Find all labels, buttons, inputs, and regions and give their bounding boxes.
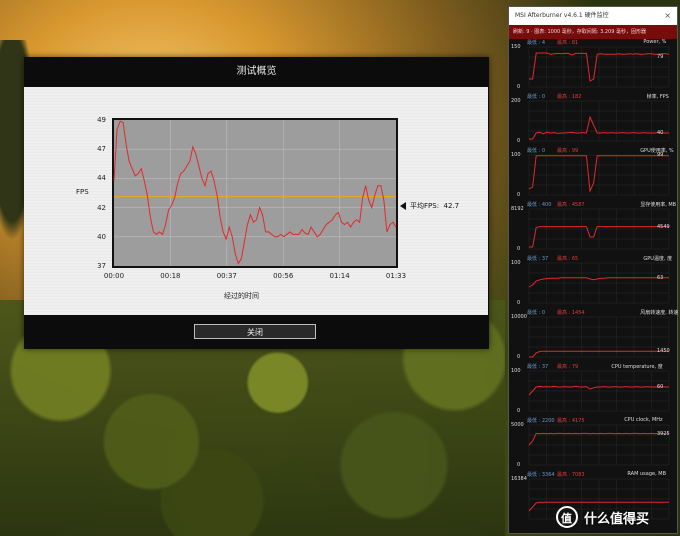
monitor-graph: 100 0 最低 : 0 最高 : 99 GPU使用率, % 99 xyxy=(509,147,677,201)
arrow-left-icon xyxy=(400,202,406,210)
graph-name: Power, % xyxy=(643,39,667,45)
monitor-graph: 100 0 最低 : 37 最高 : 79 CPU temperature, 度 60 xyxy=(509,363,677,417)
x-tick-label: 00:00 xyxy=(103,272,125,280)
monitor-graph-plot xyxy=(528,370,670,412)
graph-max-label: 最高 : 79 xyxy=(557,364,579,370)
graph-scale-top: 16384 xyxy=(511,476,527,482)
graph-min-label: 最低 : 37 xyxy=(527,256,549,262)
graph-current-value: 99 xyxy=(657,152,664,159)
graph-max-label: 最高 : 65 xyxy=(557,256,579,262)
graph-scale-top: 5000 xyxy=(511,422,524,428)
graph-max-label: 最高 : 81 xyxy=(557,40,579,46)
graph-current-value: 60 xyxy=(657,384,664,390)
y-tick-label: 47 xyxy=(97,145,106,154)
y-axis-label: FPS xyxy=(76,188,89,196)
graph-max-label: 最高 : 182 xyxy=(557,94,582,100)
graph-name: 风扇转速度, 转速 xyxy=(640,310,679,316)
monitor-graph: 150 0 最低 : 4 最高 : 81 Power, % 79 xyxy=(509,39,677,93)
graph-min-label: 最低 : 4 xyxy=(527,40,546,46)
monitor-graph: 100 0 最低 : 37 最高 : 65 GPU温度, 度 63 xyxy=(509,255,677,309)
monitor-graph-plot xyxy=(528,154,670,196)
monitor-graph: 10000 0 最低 : 0 最高 : 1454 风扇转速度, 转速 1450 xyxy=(509,309,679,363)
average-fps-label: 平均FPS: xyxy=(410,202,440,210)
graph-current-value: 40 xyxy=(657,130,664,136)
afterburner-graphs: 150 0 最低 : 4 最高 : 81 Power, % 79 200 0 最低 : 0 最高 … xyxy=(509,39,679,533)
monitor-graph: 5000 0 最低 : 2200 最高 : 4175 CPU clock, MHz 392… xyxy=(509,417,677,471)
average-fps-marker: 平均FPS: 42.7 xyxy=(400,201,459,211)
x-tick-label: 01:33 xyxy=(385,272,407,280)
x-tick-label: 00:37 xyxy=(216,272,237,280)
graph-max-label: 最高 : 99 xyxy=(557,148,579,154)
graph-name: GPU温度, 度 xyxy=(643,256,673,262)
monitor-graph-plot xyxy=(528,46,670,88)
average-fps-value: 42.7 xyxy=(443,202,460,210)
fps-series-line xyxy=(113,120,397,265)
graph-scale-top: 100 xyxy=(511,152,521,158)
graph-min-label: 最低 : 0 xyxy=(527,94,546,100)
monitor-graph: 200 0 最低 : 0 最高 : 182 帧率, FPS 40 xyxy=(509,93,677,147)
graph-name: CPU clock, MHz xyxy=(624,417,663,423)
graph-min-label: 最低 : 0 xyxy=(527,148,546,154)
x-tick-label: 01:14 xyxy=(329,272,350,280)
x-tick-label: 00:56 xyxy=(273,272,294,280)
y-tick-label: 42 xyxy=(97,203,106,212)
graph-scale-bottom: 0 xyxy=(517,408,521,414)
afterburner-title: MSI Afterburner v4.6.1 硬件监控 xyxy=(515,12,609,19)
graph-name: 显存使用率, MB xyxy=(640,202,677,208)
graph-scale-top: 8192 xyxy=(511,206,524,212)
graph-min-label: 最低 : 0 xyxy=(527,310,546,316)
watermark-text: 什么值得买 xyxy=(584,512,650,527)
graph-scale-bottom: 0 xyxy=(517,138,521,144)
y-tick-label: 49 xyxy=(97,116,106,124)
graph-scale-top: 150 xyxy=(511,44,521,50)
graph-min-label: 最低 : 37 xyxy=(527,364,549,370)
x-axis-label: 经过的时间 xyxy=(224,292,259,300)
graph-scale-bottom: 0 xyxy=(517,462,521,468)
y-tick-label: 44 xyxy=(97,174,106,183)
graph-scale-bottom: 0 xyxy=(517,354,521,360)
graph-max-label: 最高 : 4587 xyxy=(557,202,585,208)
y-tick-label: 40 xyxy=(97,232,106,241)
graph-max-label: 最高 : 1454 xyxy=(557,310,585,316)
graph-scale-top: 200 xyxy=(511,98,521,104)
graph-max-label: 最高 : 7083 xyxy=(557,472,585,478)
benchmark-summary-dialog: 测试概览 49 47 44 42 40 37 00:00 00:18 00:37 00:56 01… xyxy=(24,57,489,349)
graph-current-value: 4549 xyxy=(657,223,670,230)
monitor-graph-plot xyxy=(528,208,670,250)
close-icon[interactable]: × xyxy=(664,7,671,25)
monitor-graph-plot xyxy=(528,262,670,304)
graph-current-value: 63 xyxy=(657,274,664,281)
graph-current-value: 79 xyxy=(657,54,664,60)
graph-current-value: 3925 xyxy=(657,430,670,437)
graph-name: CPU temperature, 度 xyxy=(611,364,663,370)
graph-scale-top: 100 xyxy=(511,368,521,374)
afterburner-monitor-window: MSI Afterburner v4.6.1 硬件监控 × 刷新: 9 · 图表… xyxy=(508,6,678,534)
graph-scale-bottom: 0 xyxy=(517,192,521,198)
monitor-graph-plot xyxy=(528,424,670,466)
graph-current-value: 1450 xyxy=(657,348,670,355)
monitor-graph-plot xyxy=(528,316,670,358)
y-tick-label: 37 xyxy=(97,262,106,270)
graph-min-label: 最低 : 400 xyxy=(527,202,552,208)
graph-max-label: 最高 : 4175 xyxy=(557,418,585,424)
graph-scale-bottom: 0 xyxy=(517,84,521,90)
chart-panel: 49 47 44 42 40 37 00:00 00:18 00:37 00:56 01:14 01… xyxy=(24,87,488,315)
graph-scale-top: 100 xyxy=(511,260,521,266)
graph-scale-bottom: 0 xyxy=(517,246,521,252)
dialog-title: 测试概览 xyxy=(236,66,277,77)
graph-min-label: 最低 : 2200 xyxy=(527,418,555,424)
monitor-graph: 8192 0 最低 : 400 最高 : 4587 显存使用率, MB 4549 xyxy=(509,201,677,255)
graph-name: RAM usage, MB xyxy=(627,471,666,477)
watermark-logo-icon: 值 xyxy=(556,506,578,528)
monitor-graph-plot xyxy=(528,100,670,142)
afterburner-title-bar[interactable]: MSI Afterburner v4.6.1 硬件监控 × xyxy=(509,7,677,25)
graph-name: 帧率, FPS xyxy=(646,94,669,100)
afterburner-status-bar: 刷新: 9 · 图表: 1000 毫秒，存取间隔: 3.209 毫秒，固形器 xyxy=(509,25,677,39)
watermark-badge-text: 值 xyxy=(561,512,572,525)
graph-min-label: 最低 : 3364 xyxy=(527,472,555,478)
graph-scale-bottom: 0 xyxy=(517,300,521,306)
graph-scale-top: 10000 xyxy=(511,314,527,320)
x-tick-label: 00:18 xyxy=(160,272,181,280)
close-button[interactable]: 关闭 xyxy=(194,324,316,339)
